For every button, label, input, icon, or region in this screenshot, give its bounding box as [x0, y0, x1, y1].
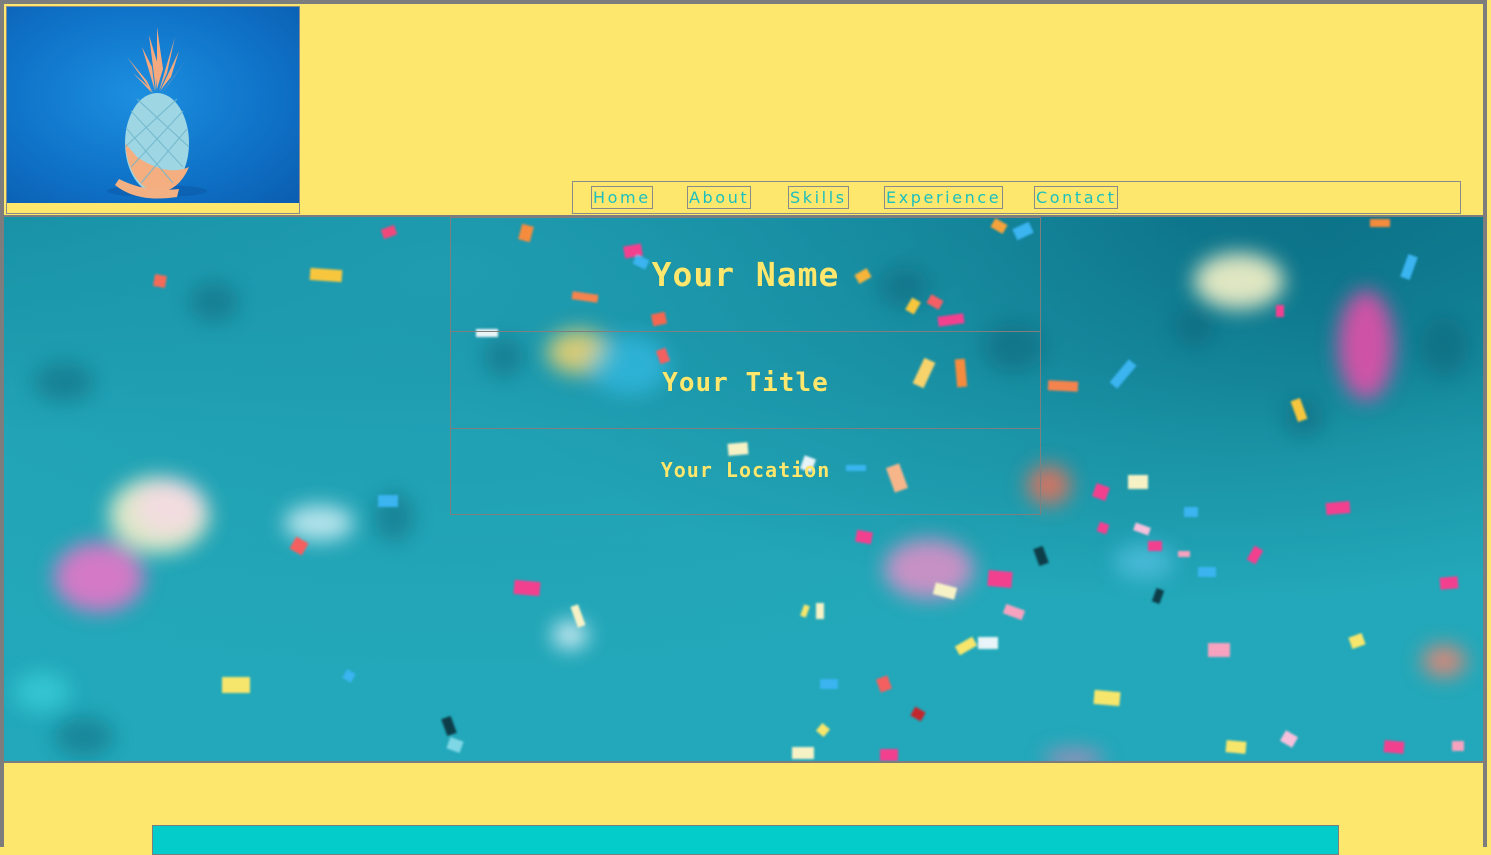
nav-item-home[interactable]: Home	[591, 186, 653, 209]
main-nav: Home About Skills Experience Contact	[572, 181, 1461, 214]
hero-name: Your Name	[651, 255, 840, 294]
hero-title-box: Your Title	[450, 331, 1041, 429]
nav-item-skills[interactable]: Skills	[788, 186, 849, 209]
nav-item-contact[interactable]: Contact	[1034, 186, 1119, 209]
hero-location-box: Your Location	[450, 428, 1041, 515]
pineapple-logo-image	[7, 7, 299, 203]
hero-location: Your Location	[660, 457, 831, 482]
nav-item-experience[interactable]: Experience	[884, 186, 1004, 209]
content-section-bar	[152, 825, 1339, 855]
hero-section: Your Name Your Title Your Location	[4, 215, 1485, 763]
hero-name-box: Your Name	[450, 217, 1041, 332]
pineapple-illustration	[107, 27, 207, 199]
nav-item-about[interactable]: About	[687, 186, 752, 209]
site-header: Home About Skills Experience Contact	[4, 4, 1485, 215]
logo-frame	[6, 6, 300, 214]
hero-title: Your Title	[662, 368, 829, 398]
